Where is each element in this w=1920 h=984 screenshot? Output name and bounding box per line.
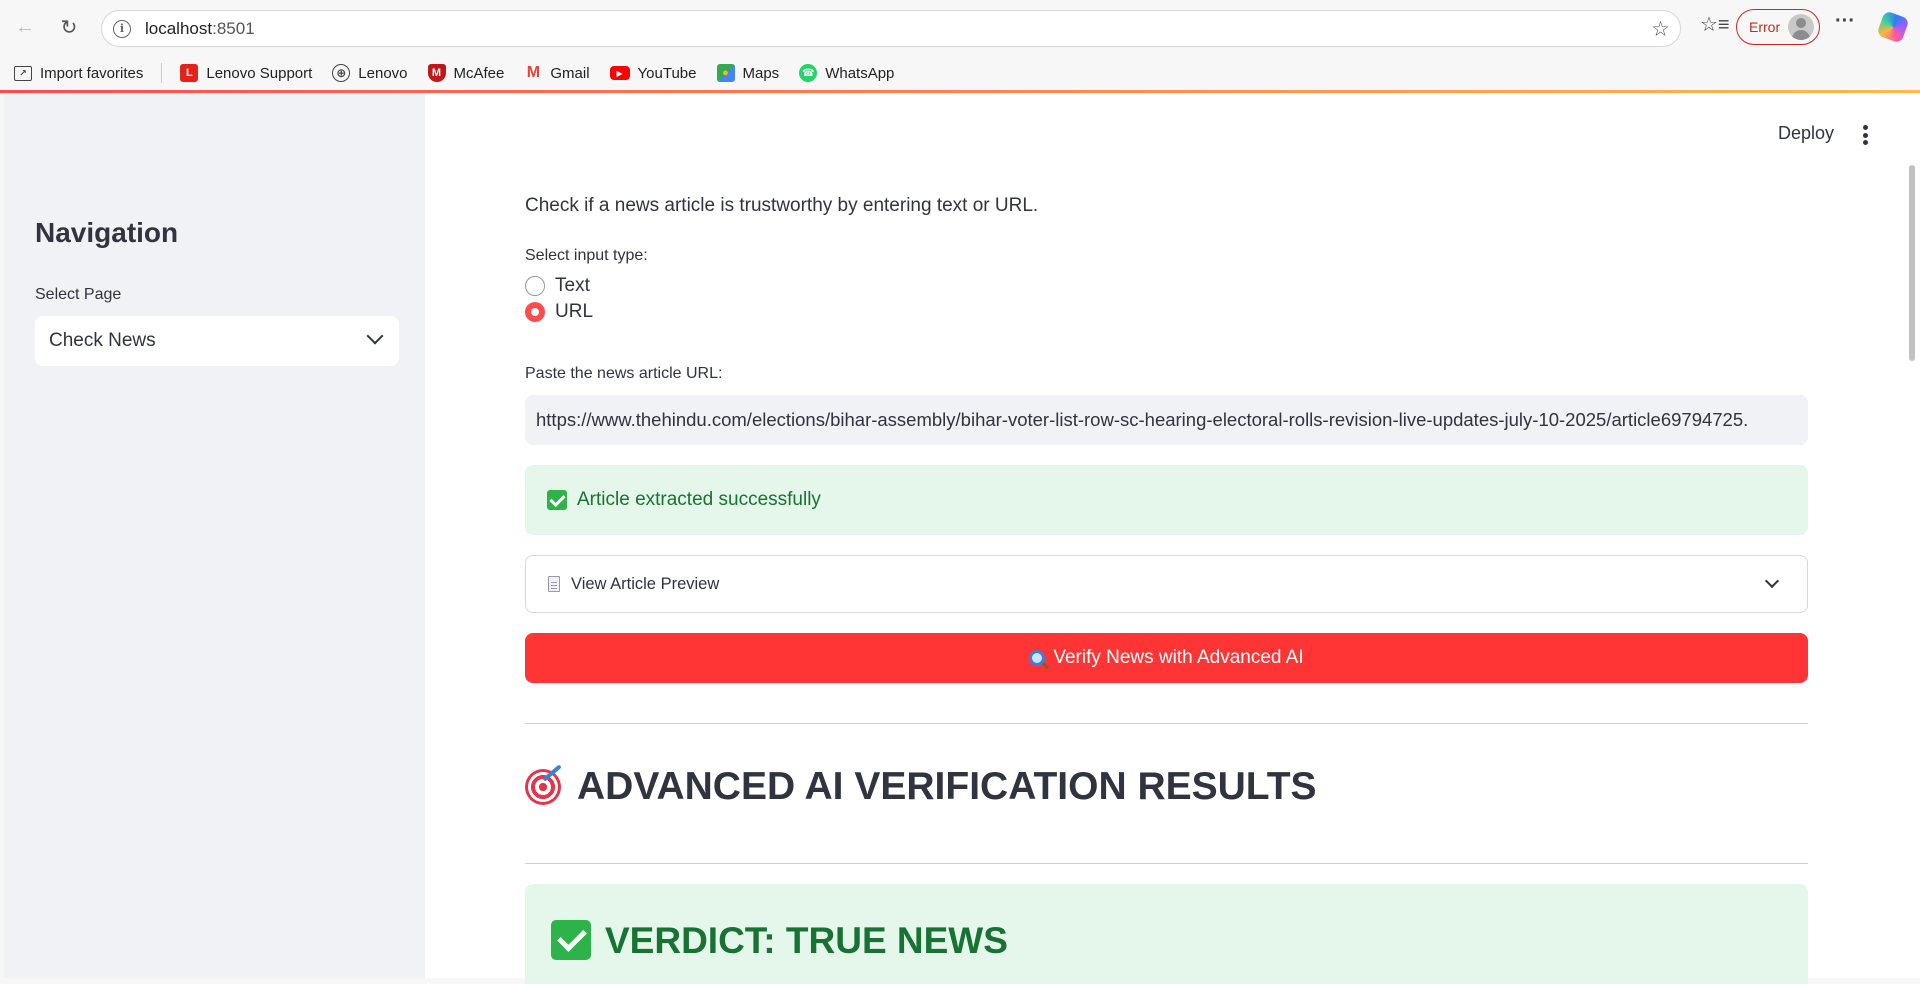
copilot-icon[interactable]	[1876, 10, 1910, 44]
favorite-label: Maps	[742, 64, 780, 82]
whatsapp-icon: ☎	[799, 64, 818, 82]
address-bar[interactable]: i localhost:8501 ☆	[101, 10, 1681, 47]
import-icon: ↗	[14, 65, 32, 81]
radio-label: Text	[555, 275, 590, 296]
main-content: Deploy Check if a news article is trustw…	[425, 93, 1920, 984]
favorite-label: McAfee	[453, 64, 505, 82]
results-title-text: ADVANCED AI VERIFICATION RESULTS	[577, 765, 1317, 808]
chevron-down-icon	[366, 327, 384, 345]
favorite-lenovo-support[interactable]: L Lenovo Support	[180, 64, 312, 82]
chevron-down-icon	[1764, 573, 1780, 589]
radio-circle	[525, 276, 545, 296]
back-arrow-icon[interactable]: ←	[8, 10, 42, 44]
document-icon	[548, 576, 560, 592]
profile-status-text: Error	[1749, 19, 1781, 35]
favorite-import[interactable]: ↗ Import favorites	[14, 65, 143, 82]
site-info-icon[interactable]: i	[113, 19, 131, 38]
favorite-mcafee[interactable]: M McAfee	[427, 64, 505, 82]
divider	[525, 723, 1808, 724]
address-url[interactable]: localhost:8501	[145, 19, 255, 39]
favorites-divider	[161, 63, 163, 83]
favorite-label: Lenovo Support	[206, 64, 313, 82]
sidebar: Navigation Select Page Check News	[4, 93, 425, 978]
favorite-label: WhatsApp	[825, 64, 895, 82]
sidebar-title: Navigation	[35, 217, 179, 248]
favorite-gmail[interactable]: M Gmail	[524, 64, 590, 82]
gmail-icon: M	[526, 64, 541, 81]
favorite-star-icon[interactable]: ☆	[1651, 17, 1670, 42]
target-icon	[525, 769, 561, 805]
check-mark-icon	[547, 490, 567, 510]
favorite-label: YouTube	[637, 64, 697, 82]
lenovo-support-icon: L	[180, 64, 199, 82]
globe-icon: ⊕	[332, 64, 351, 82]
divider	[525, 863, 1808, 864]
browser-toolbar: ← ↻ i localhost:8501 ☆ ☆≡ Error ···	[0, 0, 1920, 56]
avatar	[1788, 14, 1814, 40]
input-type-label: Select input type:	[525, 247, 648, 264]
favorite-youtube[interactable]: ▶ YouTube	[609, 64, 697, 82]
youtube-icon: ▶	[609, 66, 630, 80]
radio-option-text[interactable]: Text	[525, 273, 785, 299]
url-field-label: Paste the news article URL:	[525, 365, 723, 382]
article-preview-expander[interactable]: View Article Preview	[525, 555, 1808, 613]
deploy-button[interactable]: Deploy	[1778, 123, 1834, 144]
favorite-lenovo[interactable]: ⊕ Lenovo	[332, 64, 408, 82]
verify-button-label: Verify News with Advanced AI	[1053, 647, 1304, 668]
results-heading: ADVANCED AI VERIFICATION RESULTS	[525, 765, 1317, 809]
more-options-icon[interactable]: ···	[1835, 10, 1855, 33]
main-menu-icon[interactable]	[1862, 125, 1868, 145]
favorites-bar: ↗ Import favorites L Lenovo Support ⊕ Le…	[0, 56, 1920, 90]
url-input[interactable]: https://www.thehindu.com/elections/bihar…	[525, 395, 1808, 445]
intro-text: Check if a news article is trustworthy b…	[525, 195, 1039, 216]
favorite-label: Import favorites	[40, 64, 144, 82]
check-mark-icon	[551, 920, 591, 960]
magnifier-icon	[1029, 650, 1046, 666]
radio-label: URL	[555, 301, 594, 322]
favorite-label: Lenovo	[358, 64, 408, 82]
favorites-list-icon[interactable]: ☆≡	[1700, 12, 1730, 37]
radio-circle-selected	[525, 302, 545, 322]
verify-news-button[interactable]: Verify News with Advanced AI	[525, 633, 1808, 683]
mcafee-icon: M	[427, 64, 446, 82]
scrollbar[interactable]	[1909, 165, 1915, 361]
profile-error-button[interactable]: Error	[1736, 9, 1820, 45]
radio-option-url[interactable]: URL	[525, 299, 785, 325]
success-message: Article extracted successfully	[577, 489, 821, 510]
favorite-whatsapp[interactable]: ☎ WhatsApp	[799, 64, 894, 82]
verdict-text: VERDICT: TRUE NEWS	[605, 920, 1008, 961]
page-select[interactable]: Check News	[35, 316, 399, 366]
select-page-label: Select Page	[35, 286, 122, 303]
favorite-label: Gmail	[550, 64, 590, 82]
url-port: :8501	[212, 18, 255, 38]
url-host: localhost	[145, 18, 213, 38]
page-select-value: Check News	[49, 330, 156, 351]
expander-label: View Article Preview	[571, 574, 720, 593]
success-alert: Article extracted successfully	[525, 465, 1808, 535]
favorite-maps[interactable]: ● Maps	[716, 64, 780, 82]
maps-icon: ●	[716, 64, 735, 82]
verdict-box: VERDICT: TRUE NEWS	[525, 884, 1808, 984]
refresh-icon[interactable]: ↻	[52, 10, 86, 44]
